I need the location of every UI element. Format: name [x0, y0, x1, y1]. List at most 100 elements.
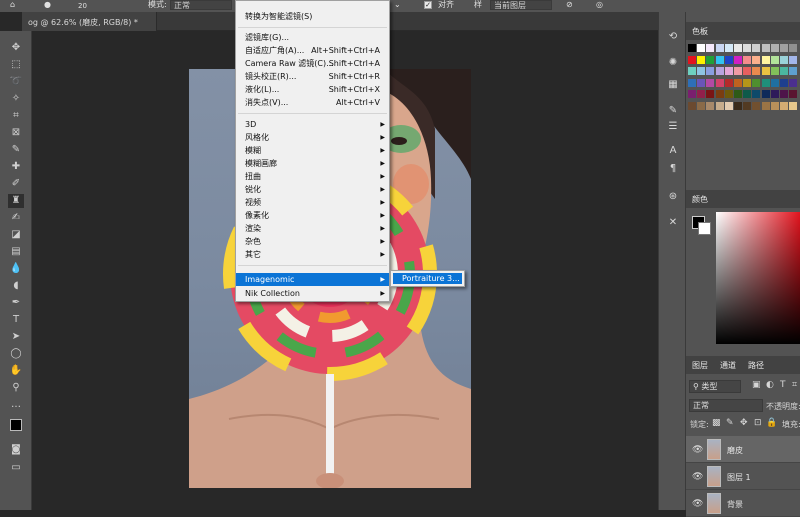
swatch[interactable] — [743, 78, 752, 87]
swatch[interactable] — [761, 67, 770, 75]
menu-item-imagenomic[interactable]: Imagenomic ▶ — [236, 273, 389, 286]
swatch[interactable] — [761, 90, 770, 98]
swatch[interactable] — [770, 55, 779, 64]
dodge-icon[interactable]: ◖ — [8, 279, 24, 293]
swatch[interactable] — [688, 67, 696, 75]
swatch[interactable] — [780, 78, 788, 87]
swatch[interactable] — [770, 101, 779, 110]
move-tool-icon[interactable]: ✥ — [8, 41, 24, 55]
swatch[interactable] — [706, 55, 715, 64]
menu-item-stylize[interactable]: 风格化 ▶ — [236, 131, 389, 144]
swatch[interactable] — [743, 55, 752, 64]
menu-item-video[interactable]: 视频 ▶ — [236, 196, 389, 209]
aligned-checkbox[interactable]: ✓ — [424, 1, 432, 9]
menu-item-pixelate[interactable]: 像素化 ▶ — [236, 209, 389, 222]
swatch[interactable] — [697, 44, 706, 52]
swatch[interactable] — [734, 78, 742, 87]
styles-icon[interactable]: ▦ — [665, 78, 681, 92]
swatch[interactable] — [715, 55, 724, 64]
swatch[interactable] — [770, 78, 779, 87]
menu-item-liquify[interactable]: 液化(L)... Shift+Ctrl+X — [236, 83, 389, 96]
tab-layers[interactable]: 图层 — [692, 360, 708, 371]
character-icon[interactable]: A — [665, 144, 681, 158]
swatch[interactable] — [789, 90, 798, 98]
magic-wand-icon[interactable]: ✧ — [8, 92, 24, 106]
swatch[interactable] — [743, 90, 752, 98]
swatch[interactable] — [734, 44, 742, 52]
swatch[interactable] — [761, 44, 770, 52]
frame-tool-icon[interactable]: ⊠ — [8, 126, 24, 140]
filter-pixel-icon[interactable]: ▣ — [752, 380, 761, 390]
swatch[interactable] — [697, 55, 706, 64]
healing-brush-icon[interactable]: ✚ — [8, 160, 24, 174]
more-tools-icon[interactable]: … — [8, 398, 24, 412]
swatch[interactable] — [706, 90, 715, 98]
eyedropper-icon[interactable]: ✎ — [8, 143, 24, 157]
swatch[interactable] — [734, 67, 742, 75]
swatch[interactable] — [688, 55, 696, 64]
menu-item-distort[interactable]: 扭曲 ▶ — [236, 170, 389, 183]
zoom-tool-icon[interactable]: ⚲ — [8, 381, 24, 395]
lasso-tool-icon[interactable]: ➰ — [8, 75, 24, 89]
menu-item-portraiture[interactable]: Portraiture 3... — [393, 273, 462, 284]
gradient-icon[interactable]: ▤ — [8, 245, 24, 259]
layer-filter-select[interactable]: ⚲ 类型 — [689, 380, 741, 393]
menu-item-filter-gallery[interactable]: 滤镜库(G)... — [236, 31, 389, 44]
menu-item-convert-smart-filter[interactable]: 转换为智能滤镜(S) — [236, 10, 389, 23]
swatch[interactable] — [789, 101, 798, 110]
swatch[interactable] — [752, 55, 761, 64]
swatch[interactable] — [697, 90, 706, 98]
swatch[interactable] — [743, 67, 752, 75]
swatch[interactable] — [697, 101, 706, 110]
brush-settings-icon[interactable]: ☰ — [665, 120, 681, 134]
navigator-icon[interactable]: ⊛ — [665, 190, 681, 204]
swatch[interactable] — [770, 44, 779, 52]
swatch[interactable] — [697, 78, 706, 87]
color-field[interactable] — [716, 212, 800, 344]
quick-mask-icon[interactable]: ◙ — [8, 443, 24, 457]
swatch[interactable] — [734, 101, 742, 110]
text-tool-icon[interactable]: T — [8, 313, 24, 327]
layer-row[interactable]: 👁 磨皮 — [686, 436, 800, 463]
swatch[interactable] — [724, 67, 733, 75]
lock-move-icon[interactable]: ✥ — [740, 418, 748, 428]
color-background-swatch[interactable] — [698, 222, 711, 235]
swatch[interactable] — [761, 78, 770, 87]
marquee-tool-icon[interactable]: ⬚ — [8, 58, 24, 72]
brush-preset-icon[interactable]: ● — [44, 0, 51, 10]
swatch[interactable] — [715, 101, 724, 110]
adjustments-icon[interactable]: ✺ — [665, 56, 681, 70]
tab-paths[interactable]: 路径 — [748, 360, 764, 371]
swatch[interactable] — [752, 101, 761, 110]
ellipse-tool-icon[interactable]: ◯ — [8, 347, 24, 361]
lock-transparent-icon[interactable]: ▩ — [712, 418, 721, 428]
path-select-icon[interactable]: ➤ — [8, 330, 24, 344]
menu-item-3d[interactable]: 3D ▶ — [236, 118, 389, 131]
swatch[interactable] — [724, 101, 733, 110]
menu-item-sharpen[interactable]: 锐化 ▶ — [236, 183, 389, 196]
swatch[interactable] — [752, 78, 761, 87]
swatch[interactable] — [780, 67, 788, 75]
swatch[interactable] — [752, 67, 761, 75]
menu-item-camera-raw[interactable]: Camera Raw 滤镜(C)... Shift+Ctrl+A — [236, 57, 389, 70]
swatch[interactable] — [789, 55, 798, 64]
swatch[interactable] — [706, 101, 715, 110]
menu-item-vanishing-point[interactable]: 消失点(V)... Alt+Ctrl+V — [236, 96, 389, 109]
swatch[interactable] — [780, 55, 788, 64]
filter-type-icon[interactable]: T — [780, 380, 786, 390]
swatch[interactable] — [715, 78, 724, 87]
layer-row[interactable]: 👁 背景 — [686, 490, 800, 517]
layer-row[interactable]: 👁 图层 1 — [686, 463, 800, 490]
swatch[interactable] — [715, 67, 724, 75]
document-tab[interactable]: og @ 62.6% (磨皮, RGB/8) * — [22, 12, 157, 31]
swatch[interactable] — [688, 101, 696, 110]
hand-tool-icon[interactable]: ✋ — [8, 364, 24, 378]
paragraph-icon[interactable]: ¶ — [665, 162, 681, 176]
filter-shape-icon[interactable]: ⌗ — [792, 380, 797, 390]
swatch[interactable] — [770, 67, 779, 75]
swatch[interactable] — [743, 101, 752, 110]
swatch[interactable] — [715, 44, 724, 52]
swatch[interactable] — [724, 55, 733, 64]
filter-adjustment-icon[interactable]: ◐ — [766, 380, 774, 390]
menu-item-adaptive-wide-angle[interactable]: 自适应广角(A)... Alt+Shift+Ctrl+A — [236, 44, 389, 57]
